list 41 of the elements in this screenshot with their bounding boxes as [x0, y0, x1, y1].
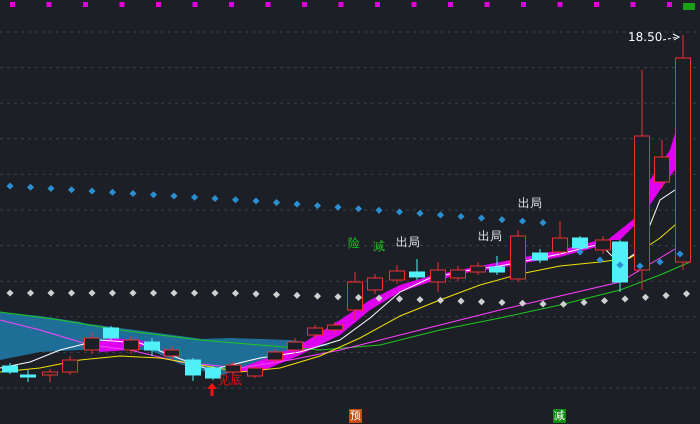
- candlestick: [185, 358, 201, 382]
- price-label: 18.50: [628, 31, 662, 43]
- candlestick: [247, 366, 263, 378]
- candlestick: [307, 324, 323, 340]
- candlestick: [510, 230, 526, 282]
- candlestick: [20, 370, 36, 382]
- candlestick: [654, 140, 670, 188]
- candlestick: [430, 262, 446, 292]
- candlestick: [552, 220, 568, 256]
- candlestick: [572, 236, 588, 250]
- candlestick: [62, 356, 78, 376]
- candlestick: [347, 272, 363, 320]
- signal-label: 见底: [218, 374, 242, 386]
- candlestick: [2, 362, 18, 374]
- candlestick: [144, 338, 160, 356]
- candlestick: [42, 368, 58, 382]
- signal-label: 出局: [518, 197, 542, 209]
- signal-label: 险: [348, 237, 360, 249]
- candlestick: [267, 348, 283, 364]
- candlestick: [84, 332, 100, 354]
- candlestick: [367, 274, 383, 294]
- signal-label: 出局: [478, 230, 502, 242]
- candlestick: [489, 256, 505, 276]
- up-arrow-icon: [207, 383, 217, 396]
- candlestick: [287, 338, 303, 354]
- candlestick: [389, 264, 405, 284]
- signal-label: 减: [373, 240, 385, 252]
- signal-flag-icon: [683, 3, 695, 10]
- candlestick: [164, 346, 180, 360]
- candlestick: [470, 262, 486, 276]
- candlestick: [123, 336, 139, 354]
- signal-label: 出局: [396, 236, 420, 248]
- candlestick: [532, 248, 548, 264]
- price-arrow-icon: [662, 34, 680, 40]
- candlestick: [225, 362, 241, 376]
- candlestick: [327, 322, 343, 334]
- candlestick: [103, 326, 119, 342]
- signal-badge: 减: [553, 409, 566, 424]
- candlestick: [450, 266, 466, 282]
- candlestick: [409, 258, 425, 280]
- signal-badge: 预: [349, 409, 362, 424]
